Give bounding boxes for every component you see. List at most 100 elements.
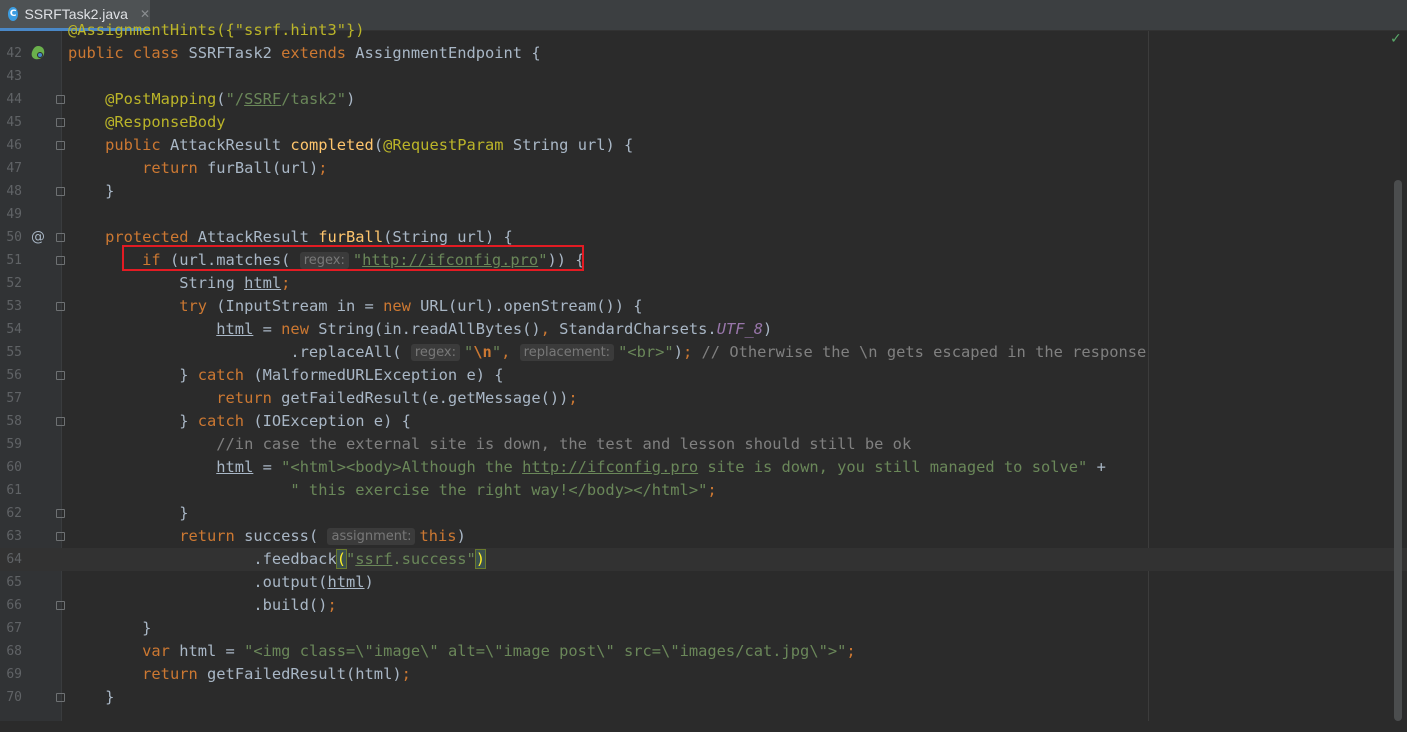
fold-marker-icon[interactable]: [56, 118, 65, 127]
code-text: String html;: [68, 272, 290, 295]
line-number: 61: [6, 483, 22, 498]
code-token: /task2": [281, 90, 347, 108]
code-line[interactable]: 52 String html;: [0, 272, 1407, 295]
code-line[interactable]: 46 public AttackResult completed(@Reques…: [0, 134, 1407, 157]
code-line[interactable]: 55 .replaceAll( regex: "\n", replacement:…: [0, 341, 1407, 364]
code-token: html: [216, 320, 254, 338]
code-line[interactable]: 56 } catch (MalformedURLException e) {: [0, 364, 1407, 387]
override-marker-icon[interactable]: @: [29, 228, 47, 246]
code-text: }: [68, 617, 151, 640]
code-token: return: [179, 527, 245, 545]
fold-marker-icon[interactable]: [56, 187, 65, 196]
fold-marker-icon[interactable]: [56, 371, 65, 380]
code-line[interactable]: 70 }: [0, 686, 1407, 709]
line-number: 70: [6, 690, 22, 705]
code-token: "/: [225, 90, 245, 108]
line-number: 63: [6, 529, 22, 544]
fold-marker-icon[interactable]: [56, 532, 65, 541]
line-number: 60: [6, 460, 22, 475]
code-text: @ResponseBody: [68, 111, 225, 134]
code-token: (MalformedURLException e) {: [253, 366, 504, 384]
code-line[interactable]: 68 var html = "<img class=\"image\" alt=…: [0, 640, 1407, 663]
code-line[interactable]: 47 return furBall(url);: [0, 157, 1407, 180]
code-text: .feedback("ssrf.success"): [68, 548, 487, 571]
code-token: .success": [392, 550, 476, 568]
fold-marker-icon[interactable]: [56, 141, 65, 150]
code-text: html = "<html><body>Although the http://…: [68, 456, 1106, 479]
code-token: ): [673, 343, 683, 361]
code-line[interactable]: 44 @PostMapping("/SSRF/task2"): [0, 88, 1407, 111]
code-token: +: [1096, 458, 1106, 476]
code-token: success(: [244, 527, 328, 545]
code-line[interactable]: 62 }: [0, 502, 1407, 525]
code-token: .feedback: [68, 550, 337, 568]
fold-marker-icon[interactable]: [56, 302, 65, 311]
code-line[interactable]: 60 html = "<html><body>Although the http…: [0, 456, 1407, 479]
code-line[interactable]: 67 }: [0, 617, 1407, 640]
code-token: ;: [318, 159, 328, 177]
line-number: 64: [6, 552, 22, 567]
code-line[interactable]: 64 .feedback("ssrf.success"): [0, 548, 1407, 571]
fold-marker-icon[interactable]: [56, 233, 65, 242]
code-token: new: [383, 297, 421, 315]
code-token: getFailedResult(e.getMessage()): [281, 389, 569, 407]
fold-marker-icon[interactable]: [56, 509, 65, 518]
code-token: getFailedResult(html): [207, 665, 402, 683]
code-line[interactable]: 49: [0, 203, 1407, 226]
vertical-scrollbar[interactable]: [1394, 180, 1402, 721]
fold-marker-icon[interactable]: [56, 693, 65, 702]
code-token: "<html><body>Although the: [281, 458, 523, 476]
fold-marker-icon[interactable]: [56, 601, 65, 610]
code-line[interactable]: 43: [0, 65, 1407, 88]
code-line[interactable]: 54 html = new String(in.readAllBytes(), …: [0, 318, 1407, 341]
code-line[interactable]: 42 public class SSRFTask2 extends Assignm…: [0, 42, 1407, 65]
code-text: //in case the external site is down, the…: [68, 433, 911, 456]
code-text: public class SSRFTask2 extends Assignmen…: [68, 42, 541, 65]
code-line[interactable]: 63 return success( assignment: this): [0, 525, 1407, 548]
line-number: 53: [6, 299, 22, 314]
code-token: }: [68, 182, 115, 200]
code-token: //in case the external site is down, the…: [216, 435, 912, 453]
fold-marker-icon[interactable]: [56, 256, 65, 265]
code-line[interactable]: 57 return getFailedResult(e.getMessage()…: [0, 387, 1407, 410]
code-line[interactable]: 66 .build();: [0, 594, 1407, 617]
code-token: ": [464, 343, 474, 361]
code-token: (InputStream in =: [216, 297, 384, 315]
code-token: ;: [707, 481, 717, 499]
code-token: }: [68, 504, 189, 522]
code-token: \n: [473, 343, 492, 361]
line-number: 52: [6, 276, 22, 291]
code-line[interactable]: 58 } catch (IOException e) {: [0, 410, 1407, 433]
code-line[interactable]: 53 try (InputStream in = new URL(url).op…: [0, 295, 1407, 318]
code-token: (String url) {: [383, 228, 513, 246]
code-token: }: [68, 366, 198, 384]
code-token: html =: [179, 642, 245, 660]
code-token: (IOException e) {: [253, 412, 411, 430]
code-text: }: [68, 686, 114, 709]
code-token: ;: [682, 343, 702, 361]
code-line[interactable]: 61 " this exercise the right way!</body>…: [0, 479, 1407, 502]
code-token: .replaceAll(: [68, 343, 411, 361]
code-token: completed: [290, 136, 374, 154]
code-line[interactable]: 65 .output(html): [0, 571, 1407, 594]
fold-marker-icon[interactable]: [56, 95, 65, 104]
line-number: 58: [6, 414, 22, 429]
code-line[interactable]: 69 return getFailedResult(html);: [0, 663, 1407, 686]
code-text: .build();: [68, 594, 336, 617]
code-line[interactable]: @AssignmentHints({"ssrf.hint3"}): [0, 19, 1407, 42]
code-line[interactable]: 48 }: [0, 180, 1407, 203]
code-token: @PostMapping: [105, 90, 217, 108]
fold-marker-icon[interactable]: [56, 417, 65, 426]
spring-bean-icon[interactable]: [29, 44, 47, 62]
code-line[interactable]: 59 //in case the external site is down, …: [0, 433, 1407, 456]
code-token: ": [491, 343, 502, 361]
line-number: 42: [6, 46, 22, 61]
code-line[interactable]: 45 @ResponseBody: [0, 111, 1407, 134]
code-text: return getFailedResult(html);: [68, 663, 411, 686]
code-token: SSRFTask2: [188, 44, 282, 62]
line-number: 46: [6, 138, 22, 153]
